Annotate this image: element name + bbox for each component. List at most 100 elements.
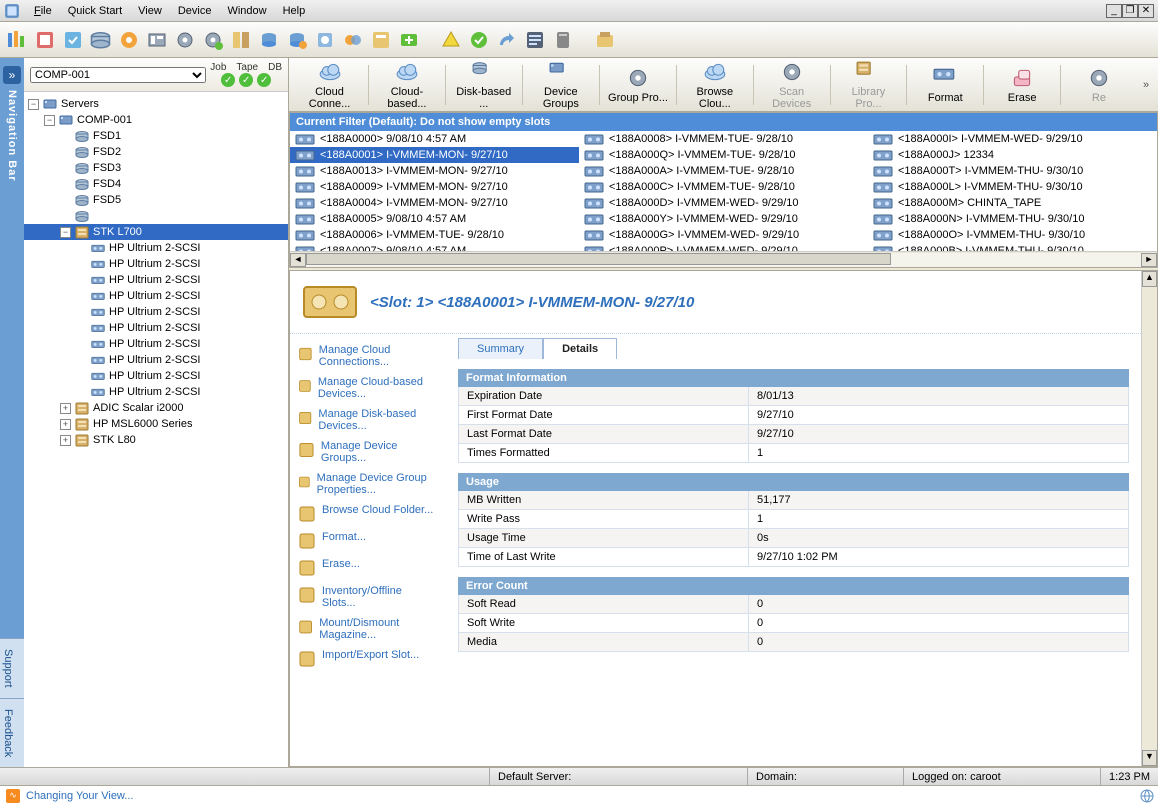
- slot-item[interactable]: <188A000D> I-VMMEM-WED- 9/29/10: [579, 195, 868, 211]
- slot-item[interactable]: <188A000P> I-VMMEM-WED- 9/29/10: [579, 243, 868, 251]
- action-link[interactable]: Manage Disk-based Devices...: [290, 404, 446, 436]
- slot-scrollbar[interactable]: ◄ ►: [290, 251, 1157, 267]
- toolbar-icon[interactable]: [230, 29, 252, 51]
- expander-icon[interactable]: +: [60, 403, 71, 414]
- tree-library[interactable]: +ADIC Scalar i2000: [24, 400, 288, 416]
- slot-item[interactable]: <188A0009> I-VMMEM-MON- 9/27/10: [290, 179, 579, 195]
- scroll-down-icon[interactable]: ▼: [1142, 750, 1157, 766]
- menu-view[interactable]: View: [130, 3, 170, 19]
- feedback-tab[interactable]: Feedback: [0, 698, 24, 767]
- toolbar-icon[interactable]: [440, 29, 462, 51]
- toolbar-icon[interactable]: [524, 29, 546, 51]
- expander-icon[interactable]: +: [60, 419, 71, 430]
- slot-item[interactable]: <188A000M> CHINTA_TAPE: [868, 195, 1157, 211]
- news-link[interactable]: Changing Your View...: [26, 790, 133, 802]
- toolbar-icon[interactable]: [202, 29, 224, 51]
- tree-library[interactable]: +HP MSL6000 Series: [24, 416, 288, 432]
- slot-item[interactable]: <188A000N> I-VMMEM-THU- 9/30/10: [868, 211, 1157, 227]
- toolbar-icon[interactable]: [370, 29, 392, 51]
- toolbar-icon[interactable]: [314, 29, 336, 51]
- toolbar-icon[interactable]: [342, 29, 364, 51]
- menu-device[interactable]: Device: [170, 3, 220, 19]
- toolbar-icon[interactable]: [286, 29, 308, 51]
- slot-item[interactable]: <188A0008> I-VMMEM-TUE- 9/28/10: [579, 131, 868, 147]
- tree-drive[interactable]: HP Ultrium 2-SCSI: [24, 272, 288, 288]
- tree-root[interactable]: −Servers: [24, 96, 288, 112]
- device-toolbar-button[interactable]: Format: [909, 64, 981, 106]
- scroll-right-icon[interactable]: ►: [1141, 253, 1157, 267]
- action-link[interactable]: Manage Cloud Connections...: [290, 340, 446, 372]
- tree-fsd[interactable]: FSD3: [24, 160, 288, 176]
- tree-drive[interactable]: HP Ultrium 2-SCSI: [24, 288, 288, 304]
- slot-item[interactable]: <188A000A> I-VMMEM-TUE- 9/28/10: [579, 163, 868, 179]
- menu-window[interactable]: Window: [219, 3, 274, 19]
- toolbar-icon[interactable]: [552, 29, 574, 51]
- tree-device-blank[interactable]: [24, 208, 288, 224]
- device-toolbar-button[interactable]: Disk-based ...: [448, 58, 520, 112]
- toolbar-icon[interactable]: [34, 29, 56, 51]
- device-tree[interactable]: −Servers −COMP-001 FSD1FSD2FSD3FSD4FSD5 …: [24, 92, 288, 767]
- action-link[interactable]: Manage Device Groups...: [290, 436, 446, 468]
- toolbar-icon[interactable]: [118, 29, 140, 51]
- action-link[interactable]: Erase...: [290, 554, 446, 581]
- action-link[interactable]: Inventory/Offline Slots...: [290, 581, 446, 613]
- menu-quickstart[interactable]: Quick Start: [60, 3, 130, 19]
- expander-icon[interactable]: −: [44, 115, 55, 126]
- tree-fsd[interactable]: FSD4: [24, 176, 288, 192]
- support-tab[interactable]: Support: [0, 638, 24, 698]
- tree-drive[interactable]: HP Ultrium 2-SCSI: [24, 256, 288, 272]
- action-link[interactable]: Mount/Dismount Magazine...: [290, 613, 446, 645]
- tab-summary[interactable]: Summary: [458, 338, 543, 359]
- toolbar-icon[interactable]: [62, 29, 84, 51]
- tree-drive[interactable]: HP Ultrium 2-SCSI: [24, 352, 288, 368]
- tree-drive[interactable]: HP Ultrium 2-SCSI: [24, 368, 288, 384]
- slot-item[interactable]: <188A000J> 12334: [868, 147, 1157, 163]
- slot-item[interactable]: <188A0013> I-VMMEM-MON- 9/27/10: [290, 163, 579, 179]
- toolbar-icon[interactable]: [594, 29, 616, 51]
- tree-fsd[interactable]: FSD5: [24, 192, 288, 208]
- expander-icon[interactable]: −: [60, 227, 71, 238]
- rss-icon[interactable]: ∿: [6, 789, 20, 803]
- tree-drive[interactable]: HP Ultrium 2-SCSI: [24, 320, 288, 336]
- scroll-left-icon[interactable]: ◄: [290, 253, 306, 267]
- toolbar-icon[interactable]: [496, 29, 518, 51]
- tree-server[interactable]: −COMP-001: [24, 112, 288, 128]
- slot-item[interactable]: <188A0000> 9/08/10 4:57 AM: [290, 131, 579, 147]
- device-toolbar-button[interactable]: Cloud-based...: [371, 58, 443, 112]
- slot-item[interactable]: <188A000B> I-VMMEM-THU- 9/30/10: [868, 243, 1157, 251]
- tree-drive[interactable]: HP Ultrium 2-SCSI: [24, 336, 288, 352]
- slot-item[interactable]: <188A0004> I-VMMEM-MON- 9/27/10: [290, 195, 579, 211]
- tree-drive[interactable]: HP Ultrium 2-SCSI: [24, 384, 288, 400]
- slot-item[interactable]: <188A000G> I-VMMEM-WED- 9/29/10: [579, 227, 868, 243]
- toolbar-icon[interactable]: [174, 29, 196, 51]
- nav-expand-icon[interactable]: »: [3, 66, 21, 84]
- tree-library-selected[interactable]: −STK L700: [24, 224, 288, 240]
- slot-item[interactable]: <188A000O> I-VMMEM-THU- 9/30/10: [868, 227, 1157, 243]
- action-link[interactable]: Manage Device Group Properties...: [290, 468, 446, 500]
- menu-help[interactable]: Help: [275, 3, 314, 19]
- minimize-button[interactable]: _: [1106, 4, 1122, 18]
- device-toolbar-button[interactable]: Erase: [986, 64, 1058, 106]
- restore-button[interactable]: ❐: [1122, 4, 1138, 18]
- action-link[interactable]: Format...: [290, 527, 446, 554]
- toolbar-icon[interactable]: [468, 29, 490, 51]
- tab-details[interactable]: Details: [543, 338, 617, 359]
- tree-library[interactable]: +STK L80: [24, 432, 288, 448]
- detail-scrollbar[interactable]: ▲ ▼: [1141, 271, 1157, 766]
- server-select[interactable]: COMP-001: [30, 67, 206, 83]
- device-toolbar-button[interactable]: Device Groups: [525, 58, 598, 112]
- slot-item[interactable]: <188A000I> I-VMMEM-WED- 9/29/10: [868, 131, 1157, 147]
- tree-fsd[interactable]: FSD2: [24, 144, 288, 160]
- scroll-up-icon[interactable]: ▲: [1142, 271, 1157, 287]
- menu-file[interactable]: File: [26, 3, 60, 19]
- device-toolbar-button[interactable]: Cloud Conne...: [293, 58, 366, 112]
- expander-icon[interactable]: −: [28, 99, 39, 110]
- device-toolbar-button[interactable]: Group Pro...: [602, 64, 674, 106]
- globe-icon[interactable]: [1140, 789, 1154, 803]
- action-link[interactable]: Import/Export Slot...: [290, 645, 446, 672]
- close-button[interactable]: ✕: [1138, 4, 1154, 18]
- slot-item[interactable]: <188A000L> I-VMMEM-THU- 9/30/10: [868, 179, 1157, 195]
- toolbar-icon[interactable]: [258, 29, 280, 51]
- tree-drive[interactable]: HP Ultrium 2-SCSI: [24, 304, 288, 320]
- slot-item[interactable]: <188A000Q> I-VMMEM-TUE- 9/28/10: [579, 147, 868, 163]
